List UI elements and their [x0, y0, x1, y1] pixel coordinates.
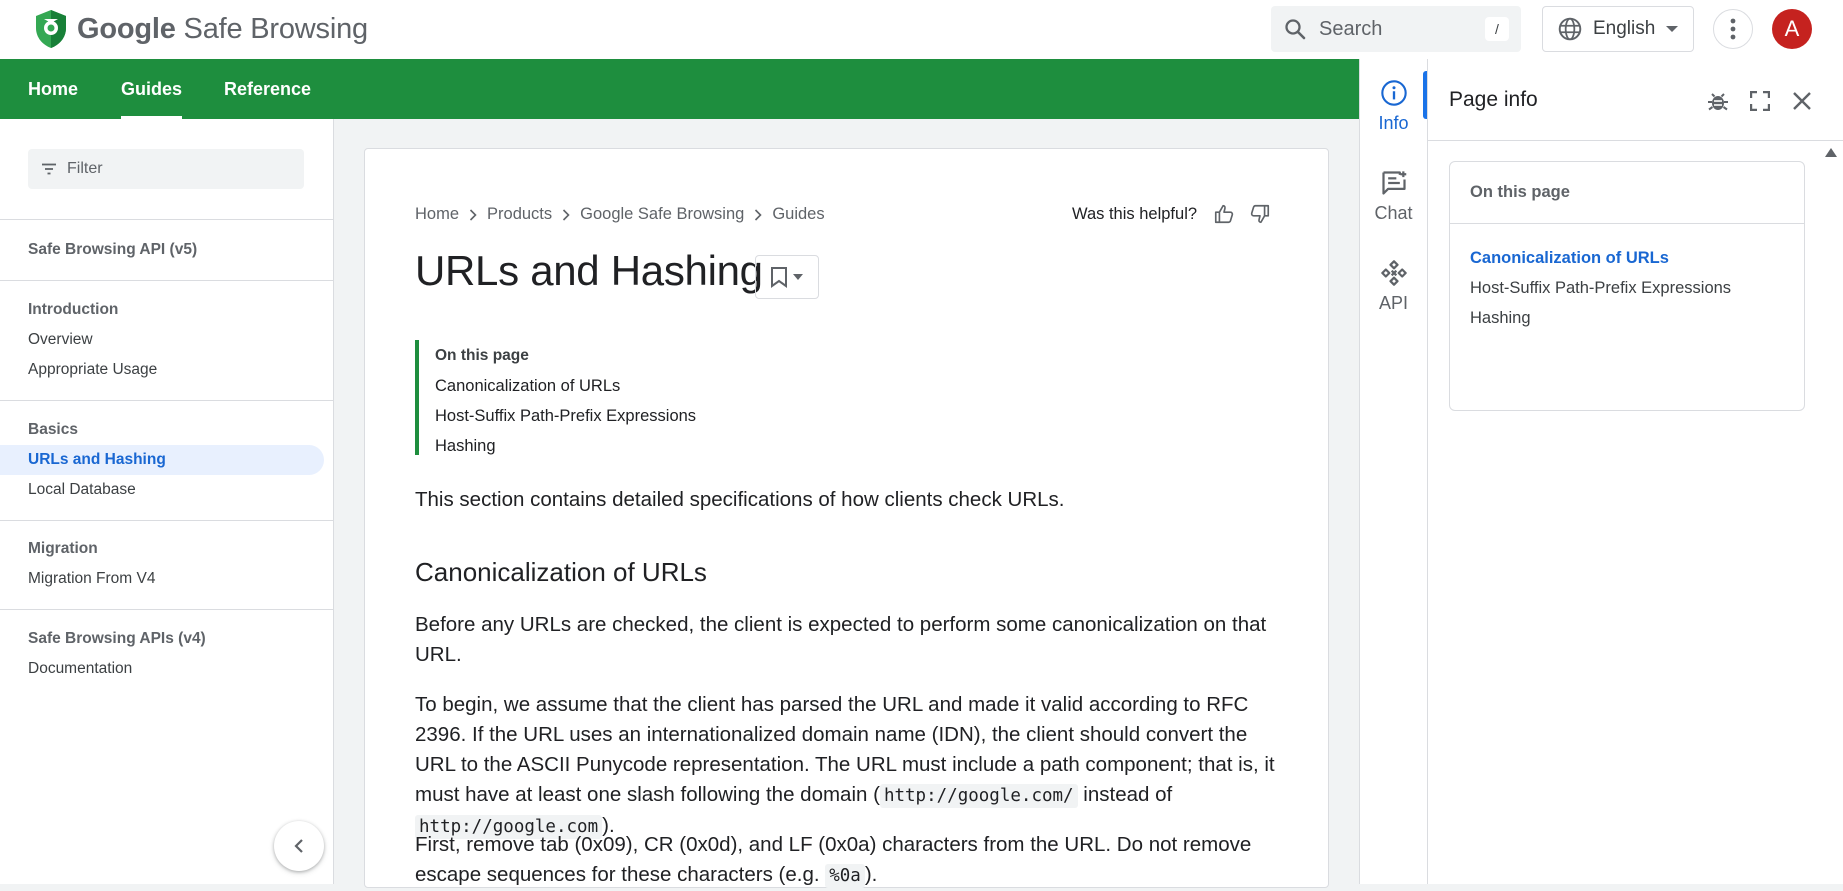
search-icon: [1285, 19, 1306, 40]
thumb-down-icon[interactable]: [1249, 203, 1271, 225]
rail-item-info[interactable]: Info: [1360, 79, 1427, 134]
article-card: Home Products Google Safe Browsing Guide…: [364, 148, 1329, 888]
code-escape-sequence: %0a: [825, 864, 865, 888]
filter-placeholder: Filter: [67, 160, 103, 177]
helpful-feedback: Was this helpful?: [1072, 203, 1271, 225]
sidebar-item-local-database[interactable]: Local Database: [28, 481, 136, 499]
bookmark-button[interactable]: [755, 255, 819, 299]
rail-item-api[interactable]: API: [1360, 259, 1427, 314]
fullscreen-icon: [1750, 91, 1770, 111]
paragraph-3-text: ).: [864, 863, 878, 886]
language-selector[interactable]: English: [1542, 6, 1694, 52]
breadcrumb-guides[interactable]: Guides: [772, 205, 824, 224]
divider: [0, 520, 334, 521]
caret-down-icon: [1666, 26, 1679, 32]
filter-input[interactable]: Filter: [28, 149, 304, 189]
globe-icon: [1558, 17, 1582, 41]
sidebar-item-overview[interactable]: Overview: [28, 331, 93, 349]
chevron-right-icon: [469, 208, 477, 221]
tab-reference[interactable]: Reference: [224, 59, 311, 119]
paragraph-1: Before any URLs are checked, the client …: [415, 613, 1267, 666]
report-bug-button[interactable]: [1704, 87, 1732, 115]
divider: [0, 219, 334, 220]
panel-toc: On this page Canonicalization of URLs Ho…: [1449, 161, 1805, 411]
inline-toc: On this page Canonicalization of URLs Ho…: [415, 340, 815, 455]
language-label: English: [1593, 18, 1656, 39]
toc-item-host-suffix[interactable]: Host-Suffix Path-Prefix Expressions: [435, 407, 696, 426]
more-vert-icon: [1730, 18, 1736, 40]
sidebar-heading-migration: Migration: [28, 540, 98, 557]
left-sidebar: Filter Safe Browsing API (v5) Introducti…: [0, 119, 334, 884]
brand-product: Safe Browsing: [183, 12, 369, 45]
sidebar-item-documentation[interactable]: Documentation: [28, 660, 132, 678]
sidebar-heading-apis-v4: Safe Browsing APIs (v4): [28, 630, 206, 647]
panel-toc-item-host-suffix[interactable]: Host-Suffix Path-Prefix Expressions: [1470, 279, 1731, 298]
bookmark-icon: [771, 267, 787, 288]
breadcrumb: Home Products Google Safe Browsing Guide…: [415, 205, 825, 224]
panel-toc-item-canonicalization[interactable]: Canonicalization of URLs: [1470, 249, 1669, 268]
breadcrumb-products[interactable]: Products: [487, 205, 552, 224]
toc-item-hashing[interactable]: Hashing: [435, 437, 496, 456]
fullscreen-button[interactable]: [1746, 87, 1774, 115]
chevron-left-icon: [294, 839, 303, 853]
sidebar-heading-api-v5[interactable]: Safe Browsing API (v5): [28, 241, 197, 259]
toc-heading: On this page: [435, 347, 529, 364]
intro-paragraph: This section contains detailed specifica…: [415, 488, 1065, 511]
primary-nav: Home Guides Reference: [0, 59, 1359, 119]
caret-down-icon: [793, 274, 803, 280]
close-panel-button[interactable]: [1788, 87, 1816, 115]
helpful-prompt: Was this helpful?: [1072, 204, 1198, 223]
rail-item-chat[interactable]: Chat: [1360, 169, 1427, 224]
divider: [0, 280, 334, 281]
site-logo[interactable]: Google Safe Browsing: [35, 9, 368, 49]
filter-icon: [42, 163, 56, 175]
panel-title: Page info: [1449, 88, 1538, 111]
info-icon: [1380, 80, 1407, 106]
page-info-panel: Page info On this page Canonicalization …: [1427, 59, 1843, 884]
paragraph-2: To begin, we assume that the client has …: [415, 690, 1285, 842]
breadcrumb-home[interactable]: Home: [415, 205, 459, 224]
panel-toc-heading: On this page: [1450, 162, 1804, 224]
panel-toc-item-hashing[interactable]: Hashing: [1470, 309, 1531, 328]
section-heading-canonicalization: Canonicalization of URLs: [415, 557, 707, 587]
divider: [0, 609, 334, 610]
sidebar-item-urls-and-hashing[interactable]: URLs and Hashing: [28, 451, 166, 469]
search-placeholder: Search: [1319, 17, 1383, 40]
sidebar-heading-introduction: Introduction: [28, 301, 119, 318]
search-shortcut-key: /: [1485, 17, 1509, 41]
paragraph-3: First, remove tab (0x09), CR (0x0d), and…: [415, 830, 1285, 891]
page-title: URLs and Hashing: [415, 247, 763, 294]
tab-guides[interactable]: Guides: [121, 59, 183, 119]
scrollbar-up-arrow[interactable]: [1825, 148, 1837, 157]
thumb-up-icon[interactable]: [1213, 203, 1235, 225]
sidebar-item-migration-from-v4[interactable]: Migration From V4: [28, 570, 155, 588]
avatar[interactable]: A: [1772, 9, 1812, 49]
collapse-sidebar-button[interactable]: [274, 821, 324, 871]
breadcrumb-safe-browsing[interactable]: Google Safe Browsing: [580, 205, 744, 224]
chevron-right-icon: [563, 208, 570, 221]
toc-item-canonicalization[interactable]: Canonicalization of URLs: [435, 377, 620, 396]
rail-label-api: API: [1378, 293, 1408, 313]
brand-google: Google: [77, 12, 176, 45]
sidebar-heading-basics: Basics: [28, 421, 78, 438]
search-input[interactable]: Search /: [1271, 6, 1521, 52]
close-icon: [1793, 92, 1811, 110]
safe-browsing-shield-icon: [36, 10, 66, 48]
side-rail: Info Chat API: [1359, 59, 1428, 884]
code-url-with-slash: http://google.com/: [879, 784, 1078, 808]
more-options-button[interactable]: [1713, 9, 1753, 49]
divider: [0, 400, 334, 401]
chevron-right-icon: [755, 208, 762, 221]
top-bar: Google Safe Browsing Search / English A: [0, 0, 1843, 59]
rail-label-chat: Chat: [1374, 203, 1413, 223]
sidebar-item-appropriate-usage[interactable]: Appropriate Usage: [28, 361, 157, 379]
paragraph-2-text: instead of: [1077, 783, 1173, 806]
panel-header: Page info: [1428, 59, 1843, 141]
bug-icon: [1708, 93, 1728, 111]
chat-icon: [1381, 171, 1406, 195]
tab-home[interactable]: Home: [28, 59, 78, 119]
rail-label-info: Info: [1378, 113, 1409, 133]
api-icon: [1380, 260, 1407, 286]
